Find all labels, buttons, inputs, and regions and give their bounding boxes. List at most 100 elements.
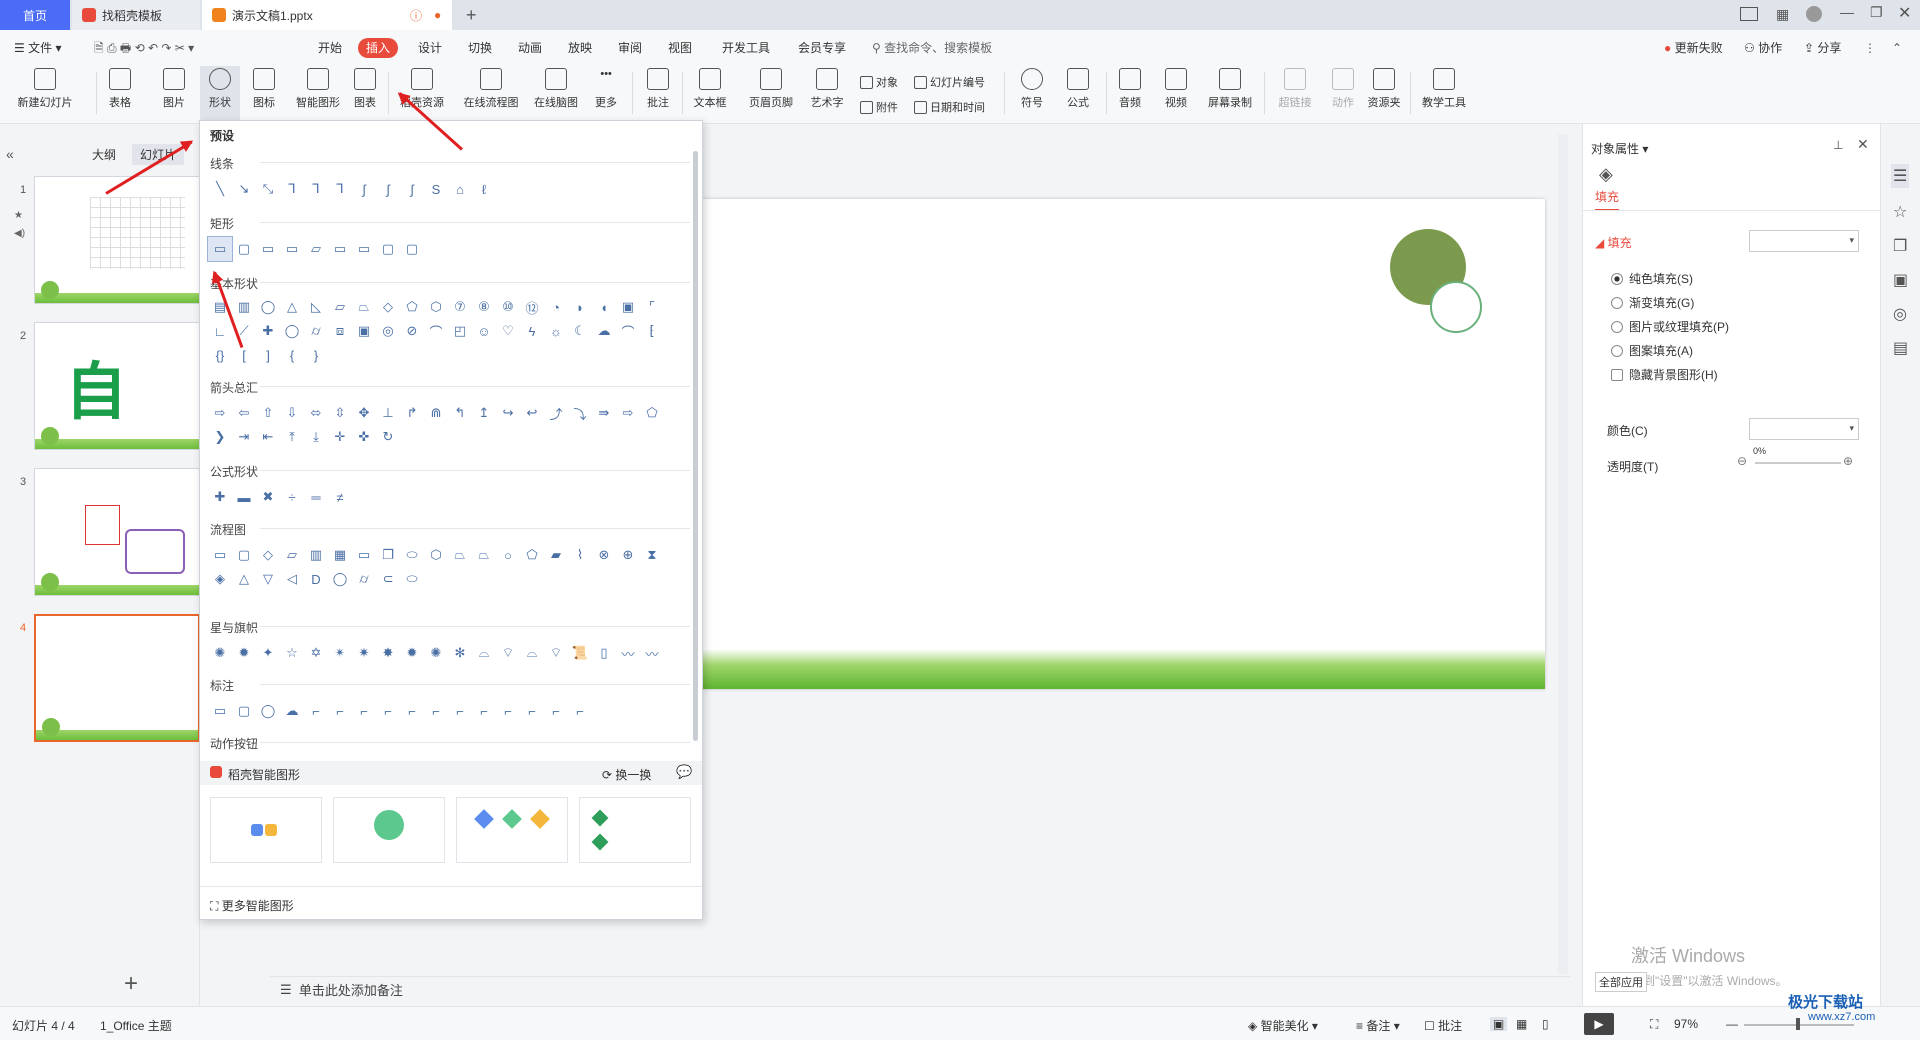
plus-circle-icon[interactable]: ⊕ [1843,454,1853,468]
line-callout2-icon[interactable]: ⌐ [328,699,352,723]
close-icon[interactable]: ✕ [1898,3,1911,23]
pentagon-arrow-icon[interactable]: ⬠ [640,401,664,425]
flow-offpage-icon[interactable]: ⬠ [520,543,544,567]
flow-document-icon[interactable]: ▭ [352,543,376,567]
properties-icon[interactable]: ☰ [1891,164,1910,188]
right-arrow-icon[interactable]: ⇨ [208,401,232,425]
flow-collate-icon[interactable]: ⧗ [640,543,664,567]
snip-rectangle-icon[interactable]: ▭ [256,237,280,261]
snip-round-icon[interactable]: ▭ [328,237,352,261]
snip-diagonal-icon[interactable]: ▱ [304,237,328,261]
chevron-icon[interactable]: ❯ [208,425,232,449]
normal-view-icon[interactable]: ▣ [1490,1017,1508,1031]
up-arrow-icon[interactable]: ⇧ [256,401,280,425]
slide-number-button[interactable]: 幻灯片编号 [914,74,985,90]
flow-internal-storage-icon[interactable]: ▦ [328,543,352,567]
symbol-button[interactable]: 符号 [1010,68,1054,110]
oval-callout-icon[interactable]: ◯ [256,699,280,723]
attach-button[interactable]: 附件 [860,99,898,115]
flowchart-button[interactable]: 在线流程图 [460,68,522,110]
line-callout12-icon[interactable]: ⌐ [568,699,592,723]
flow-multidocument-icon[interactable]: ❐ [376,543,400,567]
smart-shape-card-1[interactable] [210,797,322,863]
frame-icon[interactable]: ▣ [616,295,640,319]
flow-manual-operation-icon[interactable]: ⏢ [472,543,496,567]
up-down-arrow-icon[interactable]: ⇳ [328,401,352,425]
right-arrow-callout-icon[interactable]: ⇥ [232,425,256,449]
more-options-icon[interactable]: ⋮ [1864,38,1876,58]
close-panel-icon[interactable]: ✕ [1857,136,1869,153]
octagon-icon[interactable]: ⑧ [472,295,496,319]
location-icon[interactable]: ◎ [1893,304,1907,324]
swap-button[interactable]: ⟳ 换一换 [602,766,651,783]
trapezoid-icon[interactable]: ⏢ [352,295,376,319]
datetime-button[interactable]: 日期和时间 [914,99,985,115]
smiley-icon[interactable]: ☺ [472,319,496,343]
cube-icon[interactable]: ⧈ [328,319,352,343]
play-slideshow-button[interactable]: ▶ [1584,1013,1614,1035]
rounded-rectangle-icon[interactable]: ▢ [232,237,256,261]
mindmap-button[interactable]: 在线脑图 [530,68,582,110]
image-icon[interactable]: ▣ [1893,270,1908,290]
parallelogram-icon[interactable]: ▱ [328,295,352,319]
more-button[interactable]: ••• 更多 [588,68,624,110]
elbow-double-arrow-icon[interactable]: ⅂ [328,177,352,201]
moon-icon[interactable]: ☾ [568,319,592,343]
oval-icon[interactable]: ◯ [256,295,280,319]
star6-icon[interactable]: ✡ [304,641,328,665]
tab-document[interactable]: 演示文稿1.pptx ⓘ ● [202,0,452,30]
slide-thumbnail-2[interactable]: 自信 [34,322,200,450]
bevel-icon[interactable]: ▣ [352,319,376,343]
menu-item-member[interactable]: 会员专享 [798,38,846,58]
right-brace-icon[interactable]: } [304,343,328,367]
smart-shape-card-3[interactable] [456,797,568,863]
flow-card-icon[interactable]: ▰ [544,543,568,567]
menu-item-review[interactable]: 审阅 [618,38,642,58]
share-button[interactable]: ⇪ 分享 [1804,38,1841,58]
line-callout4-icon[interactable]: ⌐ [376,699,400,723]
fit-window-icon[interactable]: ⛶ [1650,1017,1658,1032]
down-arrow-callout-icon[interactable]: ⤓ [304,425,328,449]
line-callout6-icon[interactable]: ⌐ [424,699,448,723]
reading-view-icon[interactable]: ▯ [1542,1017,1549,1031]
scribble-icon[interactable]: ℓ [472,177,496,201]
zoom-level[interactable]: 97% [1674,1017,1698,1031]
menu-item-design[interactable]: 设计 [418,38,442,58]
heart-icon[interactable]: ♡ [496,319,520,343]
collapse-panel-icon[interactable]: « [6,146,14,162]
curve-connector-icon[interactable]: ∫ [352,177,376,201]
lightning-icon[interactable]: ϟ [520,319,544,343]
vertical-textbox-icon[interactable]: ▥ [232,295,256,319]
flow-direct-access-icon[interactable]: ⊂ [376,567,400,591]
snip-same-side-icon[interactable]: ▭ [280,237,304,261]
radio-pattern-fill[interactable]: 图案填充(A) [1611,342,1693,359]
triangle-icon[interactable]: △ [280,295,304,319]
l-shape-icon[interactable]: ∟ [208,319,232,343]
wordart-button[interactable]: 艺术字 [806,68,848,110]
flow-process-icon[interactable]: ▭ [208,543,232,567]
flow-punched-tape-icon[interactable]: ⌇ [568,543,592,567]
checkbox-hide-bg[interactable]: 隐藏背景图形(H) [1611,366,1718,383]
arc-icon[interactable]: ⌒ [616,319,640,343]
notes-area[interactable]: ☰ 单击此处添加备注 [270,976,1570,1002]
theme-name[interactable]: 1_Office 主题 [100,1017,172,1034]
flow-preparation-icon[interactable]: ⬡ [424,543,448,567]
slide-thumbnail-4[interactable] [34,614,200,742]
book-icon[interactable]: ▤ [1893,338,1908,358]
slide-thumbnail-1[interactable] [34,176,200,304]
curved-up-arrow-icon[interactable]: ⤴ [544,401,568,425]
horizontal-scroll-icon[interactable]: ▯ [592,641,616,665]
ribbon-up-icon[interactable]: ⌓ [472,641,496,665]
line-callout9-icon[interactable]: ⌐ [496,699,520,723]
round-single-icon[interactable]: ▭ [352,237,376,261]
left-bracket-icon[interactable]: [ [232,343,256,367]
formula-button[interactable]: 公式 [1056,68,1100,110]
collab-button[interactable]: ⚇ 协作 [1744,38,1782,58]
flow-merge-icon[interactable]: ▽ [256,567,280,591]
line-callout8-icon[interactable]: ⌐ [472,699,496,723]
cross-icon[interactable]: ✚ [256,319,280,343]
more-smart-shapes-link[interactable]: ⛶ 更多智能图形 [210,897,294,914]
feedback-icon[interactable]: 💬 [676,764,692,780]
menu-item-slideshow[interactable]: 放映 [568,38,592,58]
round-diagonal-icon[interactable]: ▢ [400,237,424,261]
